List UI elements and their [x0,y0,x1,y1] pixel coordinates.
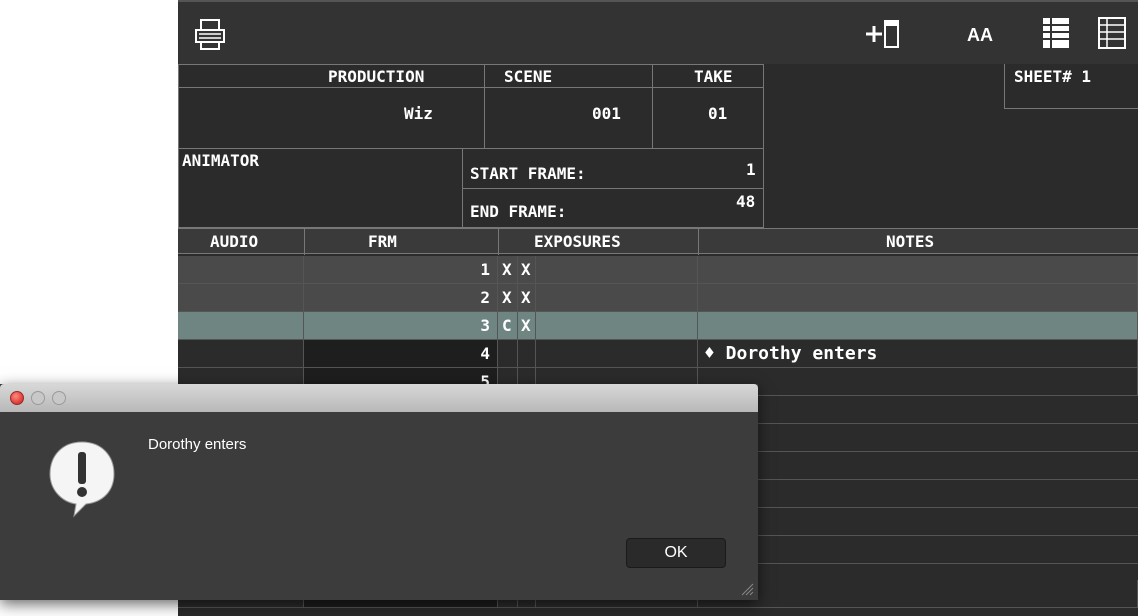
frame-row[interactable]: 3CX [178,312,1138,340]
take-value[interactable]: 01 [708,104,727,123]
list-view-icon[interactable] [1040,16,1072,50]
production-value[interactable]: Wiz [404,104,433,123]
add-sheet-icon[interactable] [864,18,904,50]
end-frame-label: END FRAME: [470,202,567,221]
exposure-cell-2[interactable] [518,340,536,368]
exposure-mark: X [521,316,531,335]
notes-cell[interactable] [698,580,1138,608]
exposure-mark: C [502,316,512,335]
toolbar: AA [178,0,1138,64]
frame-cell[interactable] [304,340,498,368]
notes-cell[interactable] [698,284,1138,312]
close-window-icon[interactable] [10,391,24,405]
take-label: TAKE [694,67,733,86]
exposure-cell-3[interactable] [536,284,698,312]
alert-caution-icon [46,438,118,518]
ok-button[interactable]: OK [626,538,726,568]
frame-column-header: FRM [368,232,397,251]
frame-number: 4 [480,344,490,363]
production-label: PRODUCTION [328,67,425,86]
resize-grip-icon[interactable] [740,582,754,596]
frame-cell[interactable] [304,312,498,340]
frame-row[interactable]: 2XX [178,284,1138,312]
dialog-message: Dorothy enters [148,436,247,453]
frame-row[interactable]: 1XX [178,256,1138,284]
frame-row[interactable]: 4 ♦ Dorothy enters [178,340,1138,368]
note-text: ♦ Dorothy enters [704,343,878,364]
audio-cell[interactable] [178,284,304,312]
exposure-cell-3[interactable] [536,256,698,284]
dialog-titlebar[interactable] [0,384,758,412]
grid-view-icon[interactable] [1096,16,1128,50]
animator-label: ANIMATOR [182,151,260,170]
notes-column-header: NOTES [886,232,935,251]
exposure-mark: X [502,288,512,307]
printer-icon[interactable] [192,16,228,52]
scene-label: SCENE [504,67,553,86]
sheet-number-label: SHEET# 1 [1014,67,1092,86]
audio-cell[interactable] [178,312,304,340]
frame-cell[interactable] [304,284,498,312]
notes-cell[interactable] [698,368,1138,396]
exposure-mark: X [521,288,531,307]
exposure-cell-1[interactable] [498,340,518,368]
start-frame-value[interactable]: 1 [746,160,756,179]
audio-column-header: AUDIO [210,232,259,251]
column-header-row: AUDIO FRM EXPOSURES NOTES [178,228,1138,255]
zoom-window-icon[interactable] [52,391,66,405]
frame-number: 2 [480,288,490,307]
frame-cell[interactable] [304,256,498,284]
font-size-label: AA [967,24,993,45]
notes-cell[interactable] [698,312,1138,340]
scene-value[interactable]: 001 [592,104,621,123]
frame-number: 3 [480,316,490,335]
font-size-icon[interactable]: AA [958,20,1002,50]
exposure-cell-3[interactable] [536,312,698,340]
start-frame-label: START FRAME: [470,164,586,183]
minimize-window-icon[interactable] [31,391,45,405]
exposure-mark: X [521,260,531,279]
audio-cell[interactable] [178,340,304,368]
exposures-column-header: EXPOSURES [534,232,621,251]
sheet-header: PRODUCTION SCENE TAKE SHEET# 1 Wiz 001 0… [178,64,1138,228]
audio-cell[interactable] [178,256,304,284]
notes-cell[interactable] [698,256,1138,284]
end-frame-value[interactable]: 48 [736,192,755,211]
frame-number: 1 [480,260,490,279]
exposure-mark: X [502,260,512,279]
exposure-cell-3[interactable] [536,340,698,368]
alert-dialog: Dorothy enters OK [0,384,758,600]
